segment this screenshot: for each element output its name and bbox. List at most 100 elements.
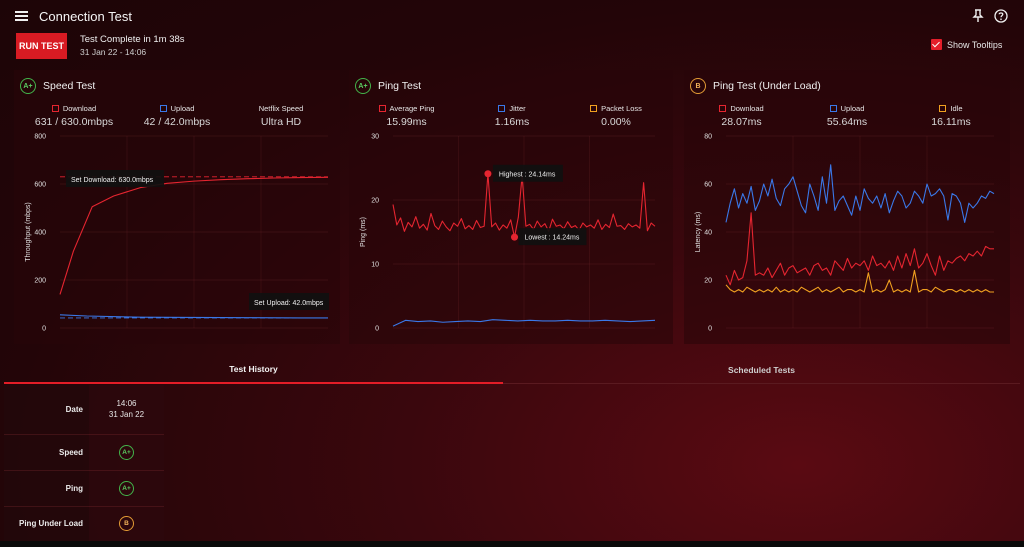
- netflix-stat-value: Ultra HD: [260, 116, 302, 128]
- jitter-legend-swatch[interactable]: [498, 105, 506, 112]
- history-label-ping: Ping: [65, 484, 83, 493]
- history-date-cell[interactable]: 14:06 31 Jan 22: [89, 399, 164, 419]
- upload-legend-swatch[interactable]: [159, 105, 167, 112]
- average-ping-value: 15.99ms: [386, 116, 427, 128]
- test-status: Test Complete in 1m 38s: [80, 34, 185, 45]
- load-download-label: Download: [730, 104, 764, 113]
- history-ping-cell[interactable]: A+: [89, 481, 164, 496]
- idle-stat: Idle 16.11ms: [906, 104, 996, 128]
- lowest-ping-tooltip-text: Lowest : 14.24ms: [525, 235, 580, 242]
- speed-grade-badge: A+: [20, 78, 36, 94]
- jitter-label: Jitter: [509, 104, 526, 113]
- download-legend-swatch[interactable]: [51, 105, 59, 112]
- page-title: Connection Test: [39, 9, 132, 24]
- test-timestamp: 31 Jan 22 - 14:06: [80, 47, 147, 57]
- ping-under-load-panel: B Ping Test (Under Load) Download 28.07m…: [684, 70, 1010, 344]
- tooltips-checkbox[interactable]: [931, 39, 942, 50]
- title-bar: Connection Test: [0, 0, 1024, 32]
- pin-icon[interactable]: [972, 9, 984, 23]
- load-download-stat: Download 28.07ms: [694, 104, 789, 128]
- run-test-button[interactable]: RUN TEST: [16, 33, 67, 59]
- help-icon[interactable]: [994, 9, 1008, 23]
- show-tooltips-toggle[interactable]: Show Tooltips: [931, 39, 1002, 50]
- speed-chart[interactable]: 0 200 400 600 800 Throughput (mbps) Set Downlo…: [14, 132, 340, 342]
- y-tick-label-0: 0: [375, 326, 379, 333]
- y-tick-label-0: 0: [42, 326, 46, 333]
- y-tick-label-2: 20: [371, 198, 379, 205]
- ping-test-title: Ping Test: [378, 80, 421, 92]
- y-tick-label-1: 20: [704, 278, 712, 285]
- speed-test-panel: A+ Speed Test Download 631 / 630.0mbps U…: [14, 70, 340, 344]
- history-label-speed: Speed: [58, 448, 83, 457]
- history-entry-time: 14:06: [116, 399, 137, 408]
- y-tick-label-3: 60: [704, 182, 712, 189]
- upload-stat-value: 42 / 42.0mbps: [143, 116, 211, 128]
- history-ping-under-load-cell[interactable]: B: [89, 516, 164, 531]
- download-stat-label: Download: [62, 104, 97, 113]
- netflix-stat-label: Netflix Speed: [258, 104, 304, 113]
- tab-test-history[interactable]: Test History: [4, 356, 503, 384]
- idle-legend-swatch[interactable]: [939, 105, 947, 112]
- download-tooltip-text: Set Download: 630.0mbps: [71, 177, 154, 184]
- upload-stat-label: Upload: [170, 104, 195, 113]
- y-tick-label-3: 600: [34, 182, 46, 189]
- average-ping-stat: Average Ping 15.99ms: [359, 104, 454, 128]
- y-tick-label-1: 10: [371, 262, 379, 269]
- y-axis-title: Ping (ms): [360, 217, 367, 247]
- packet-loss-stat: Packet Loss 0.00%: [571, 104, 661, 128]
- history-speed-grade[interactable]: A+: [119, 445, 134, 460]
- ping-chart[interactable]: 0 10 20 30 Ping (ms) Highest : 24.14ms Lowest …: [349, 132, 673, 342]
- tab-scheduled-tests[interactable]: Scheduled Tests: [503, 356, 1020, 384]
- idle-value: 16.11ms: [931, 116, 971, 128]
- bottom-edge: [0, 541, 1024, 547]
- jitter-value: 1.16ms: [494, 116, 530, 128]
- y-tick-label-4: 800: [34, 134, 46, 141]
- average-ping-label: Average Ping: [389, 104, 435, 113]
- y-tick-label-4: 80: [704, 134, 712, 141]
- history-row-ping: Ping A+: [4, 471, 164, 507]
- packet-loss-legend-swatch[interactable]: [590, 105, 598, 112]
- average-ping-legend-swatch[interactable]: [378, 105, 386, 112]
- y-tick-label-2: 400: [34, 230, 46, 237]
- history-entry-date: 31 Jan 22: [108, 410, 145, 419]
- history-label-ping-under-load: Ping Under Load: [19, 519, 83, 528]
- y-tick-label-0: 0: [708, 326, 712, 333]
- ping-under-load-grade-badge: B: [690, 78, 706, 94]
- speed-test-title: Speed Test: [43, 80, 96, 92]
- y-tick-label-1: 200: [34, 278, 46, 285]
- y-axis-title: Throughput (mbps): [25, 202, 32, 262]
- upload-tooltip-text: Set Upload: 42.0mbps: [254, 300, 324, 307]
- ping-under-load-title: Ping Test (Under Load): [713, 80, 821, 92]
- tooltips-label: Show Tooltips: [947, 39, 1003, 50]
- load-download-value: 28.07ms: [721, 116, 762, 128]
- highest-ping-marker: [484, 170, 492, 178]
- load-upload-value: 55.64ms: [826, 116, 868, 128]
- netflix-stat: Netflix Speed Ultra HD: [236, 104, 326, 128]
- packet-loss-value: 0.00%: [601, 116, 631, 128]
- load-upload-label: Upload: [840, 104, 865, 113]
- y-axis-title: Latency (ms): [695, 212, 702, 252]
- y-tick-label-3: 30: [371, 134, 379, 141]
- history-row-date: Date 14:06 31 Jan 22: [4, 385, 164, 435]
- idle-label: Idle: [950, 104, 963, 113]
- upload-stat: Upload 42 / 42.0mbps: [132, 104, 222, 128]
- ping-test-panel: A+ Ping Test Average Ping 15.99ms Jitter…: [349, 70, 673, 344]
- y-tick-label-2: 40: [704, 230, 712, 237]
- download-stat: Download 631 / 630.0mbps: [29, 104, 119, 128]
- latency-chart[interactable]: 0 20 40 60 80 Latency (ms): [684, 132, 1010, 342]
- jitter-stat: Jitter 1.16ms: [467, 104, 557, 128]
- highest-ping-tooltip-text: Highest : 24.14ms: [499, 171, 556, 178]
- load-download-legend-swatch[interactable]: [719, 105, 727, 112]
- history-tabs: Test History Scheduled Tests: [4, 356, 1020, 384]
- history-row-ping-under-load: Ping Under Load B: [4, 507, 164, 543]
- history-label-date: Date: [65, 405, 83, 414]
- history-ping-grade[interactable]: A+: [119, 481, 134, 496]
- load-upload-legend-swatch[interactable]: [829, 105, 837, 112]
- load-upload-stat: Upload 55.64ms: [802, 104, 892, 128]
- download-stat-value: 631 / 630.0mbps: [34, 116, 114, 128]
- hamburger-icon[interactable]: [15, 11, 28, 21]
- history-speed-cell[interactable]: A+: [89, 445, 164, 460]
- history-ping-under-load-grade[interactable]: B: [119, 516, 134, 531]
- history-row-speed: Speed A+: [4, 435, 164, 471]
- ping-grade-badge: A+: [355, 78, 371, 94]
